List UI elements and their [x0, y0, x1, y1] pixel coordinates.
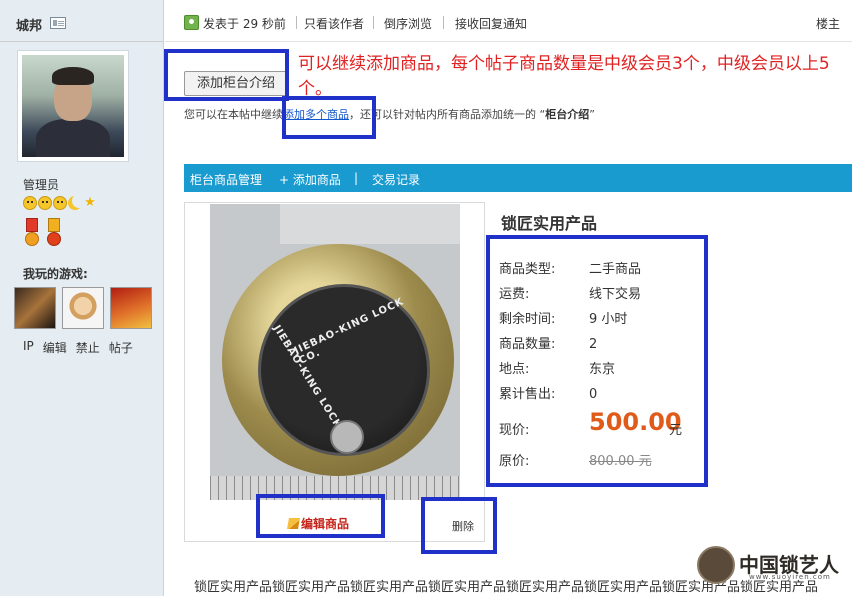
highlight-add-products — [282, 96, 376, 139]
tab-trade-records[interactable]: 交易记录 — [372, 171, 420, 188]
online-status-icon — [184, 15, 199, 30]
star-icon: ★ — [84, 195, 96, 210]
game-thumbnail[interactable] — [14, 287, 56, 329]
user-role[interactable]: 管理员 — [23, 176, 59, 193]
avatar[interactable] — [17, 50, 129, 162]
moon-icon — [68, 196, 82, 210]
annotation-text: 可以继续添加商品，每个帖子商品数量是中级会员3个，中级会员以上5个。 — [298, 54, 830, 99]
author-only-link[interactable]: 只看该作者 — [304, 15, 364, 32]
tab-separator: | — [354, 171, 359, 185]
medal-icon[interactable] — [23, 218, 41, 252]
author-name[interactable]: 城邦 — [16, 15, 42, 34]
reply-notify-link[interactable]: 接收回复通知 — [455, 15, 527, 32]
highlight-delete-button — [421, 497, 497, 554]
divider — [373, 16, 374, 29]
site-watermark: 中国锁艺人 www.suoyiren.com — [697, 546, 849, 584]
profile-card-icon[interactable] — [50, 17, 66, 29]
edit-user-link[interactable]: 编辑 — [43, 339, 67, 356]
admin-links: IP 编辑 禁止 帖子 — [23, 339, 133, 356]
product-image[interactable]: JIEBAO-KING LOCK CO. JIEBAO-KING LOCK CO… — [210, 204, 460, 500]
sun-icon — [53, 196, 67, 210]
post-time: 发表于 29 秒前 — [203, 17, 286, 31]
highlight-product-info — [486, 235, 708, 487]
rank-stars: ★ — [23, 196, 97, 210]
product-title: 锁匠实用产品 — [501, 214, 598, 233]
ban-link[interactable]: 禁止 — [76, 339, 100, 356]
post-meta-bar: 发表于 29 秒前 只看该作者 倒序浏览 接收回复通知 楼主 — [165, 0, 852, 42]
hint-text: 您可以在本帖中继续添加多个商品，还可以针对帖内所有商品添加统一的 “柜台介绍” — [184, 108, 595, 121]
game-list — [14, 287, 152, 329]
lock-dial: JIEBAO-KING LOCK CO. JIEBAO-KING LOCK CO… — [222, 244, 454, 476]
counter-tab-bar: 柜台商品管理 + 添加商品 | 交易记录 — [184, 164, 852, 192]
posts-link[interactable]: 帖子 — [109, 339, 133, 356]
highlight-edit-button — [256, 494, 385, 538]
games-title: 我玩的游戏: — [23, 267, 88, 281]
floor-label: 楼主 — [815, 17, 840, 31]
author-sidebar: 城邦 管理员 ★ 我玩的游戏: IP 编辑 禁止 帖子 — [0, 0, 164, 596]
medal-icon[interactable] — [45, 218, 63, 252]
medals — [23, 218, 63, 252]
reverse-order-link[interactable]: 倒序浏览 — [384, 15, 432, 32]
ip-link[interactable]: IP — [23, 339, 34, 356]
tab-add-product[interactable]: + 添加商品 — [279, 171, 341, 188]
author-header: 城邦 — [0, 0, 164, 42]
avatar-photo — [22, 55, 124, 157]
tab-counter-management[interactable]: 柜台商品管理 — [190, 171, 262, 188]
sun-icon — [23, 196, 37, 210]
highlight-add-intro — [164, 49, 289, 101]
sun-icon — [38, 196, 52, 210]
watermark-seal-icon — [697, 546, 735, 584]
game-thumbnail[interactable] — [110, 287, 152, 329]
game-thumbnail[interactable] — [62, 287, 104, 329]
divider — [296, 16, 297, 29]
divider — [443, 16, 444, 29]
